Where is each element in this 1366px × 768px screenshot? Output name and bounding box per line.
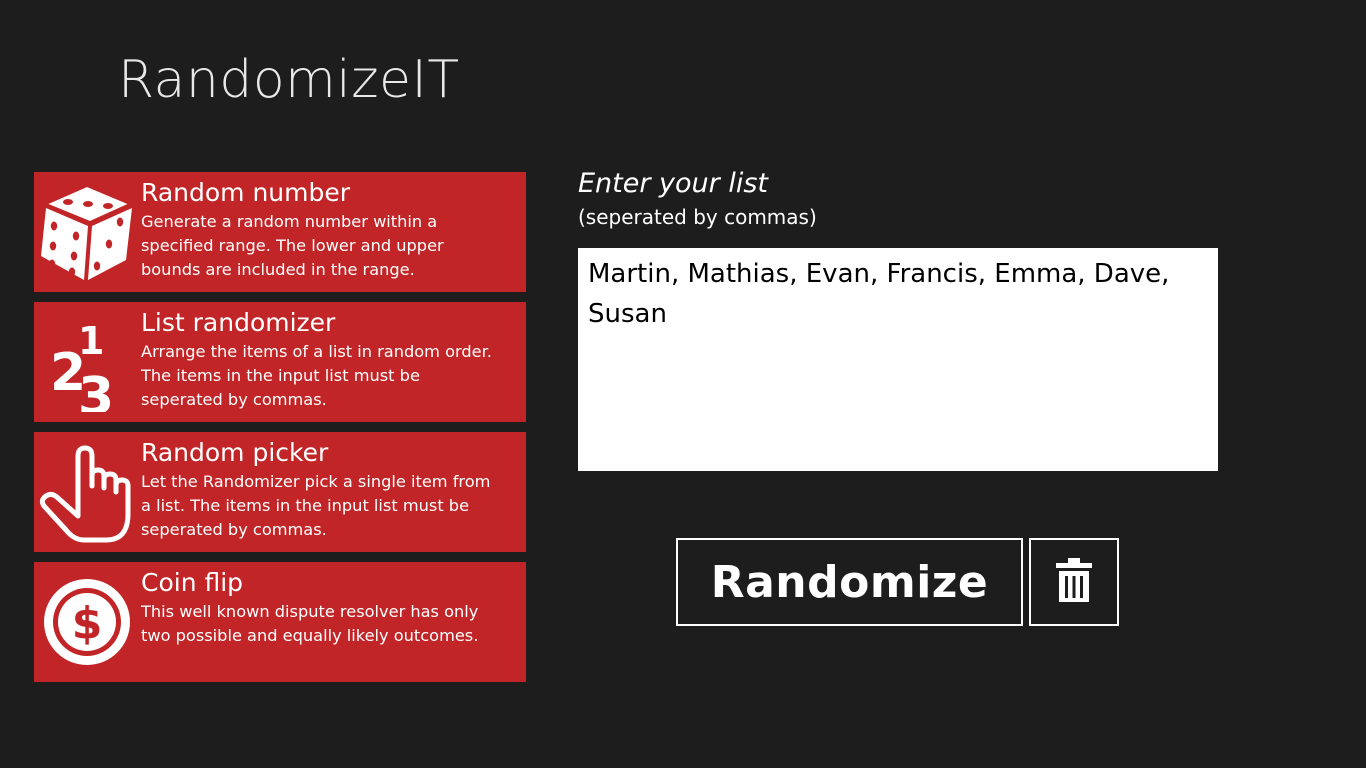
svg-text:3: 3 [78, 367, 114, 412]
randomize-button-label: Randomize [710, 556, 989, 608]
dice-icon [38, 180, 136, 284]
tile-title: Random picker [141, 438, 329, 467]
numbers-123-icon: 2 1 3 [38, 310, 136, 414]
app-title: RandomizeIT [118, 50, 460, 110]
coin-dollar-icon: $ [38, 570, 136, 674]
tile-description: Arrange the items of a list in random or… [141, 342, 492, 409]
randomize-button[interactable]: Randomize [676, 538, 1023, 626]
tile-random-picker[interactable]: Random picker Let the Randomizer pick a … [34, 432, 526, 552]
clear-button[interactable] [1029, 538, 1119, 626]
pointing-hand-icon [38, 440, 136, 544]
tile-title: List randomizer [141, 308, 336, 337]
list-subheading: (seperated by commas) [578, 205, 817, 229]
tile-description: Generate a random number within a specif… [141, 212, 444, 279]
list-heading: Enter your list [578, 168, 769, 199]
tile-coin-flip[interactable]: $ Coin flip This well known dispute reso… [34, 562, 526, 682]
svg-text:1: 1 [78, 319, 104, 363]
tile-title: Random number [141, 178, 351, 207]
tile-description: This well known dispute resolver has onl… [141, 602, 479, 645]
tile-title: Coin flip [141, 568, 244, 597]
tile-list-randomizer[interactable]: 2 1 3 List randomizer Arrange the items … [34, 302, 526, 422]
tile-description: Let the Randomizer pick a single item fr… [141, 472, 491, 539]
tile-random-number[interactable]: Random number Generate a random number w… [34, 172, 526, 292]
trash-icon [1056, 558, 1092, 606]
list-input[interactable]: Martin, Mathias, Evan, Francis, Emma, Da… [578, 248, 1218, 471]
svg-text:$: $ [72, 598, 103, 649]
